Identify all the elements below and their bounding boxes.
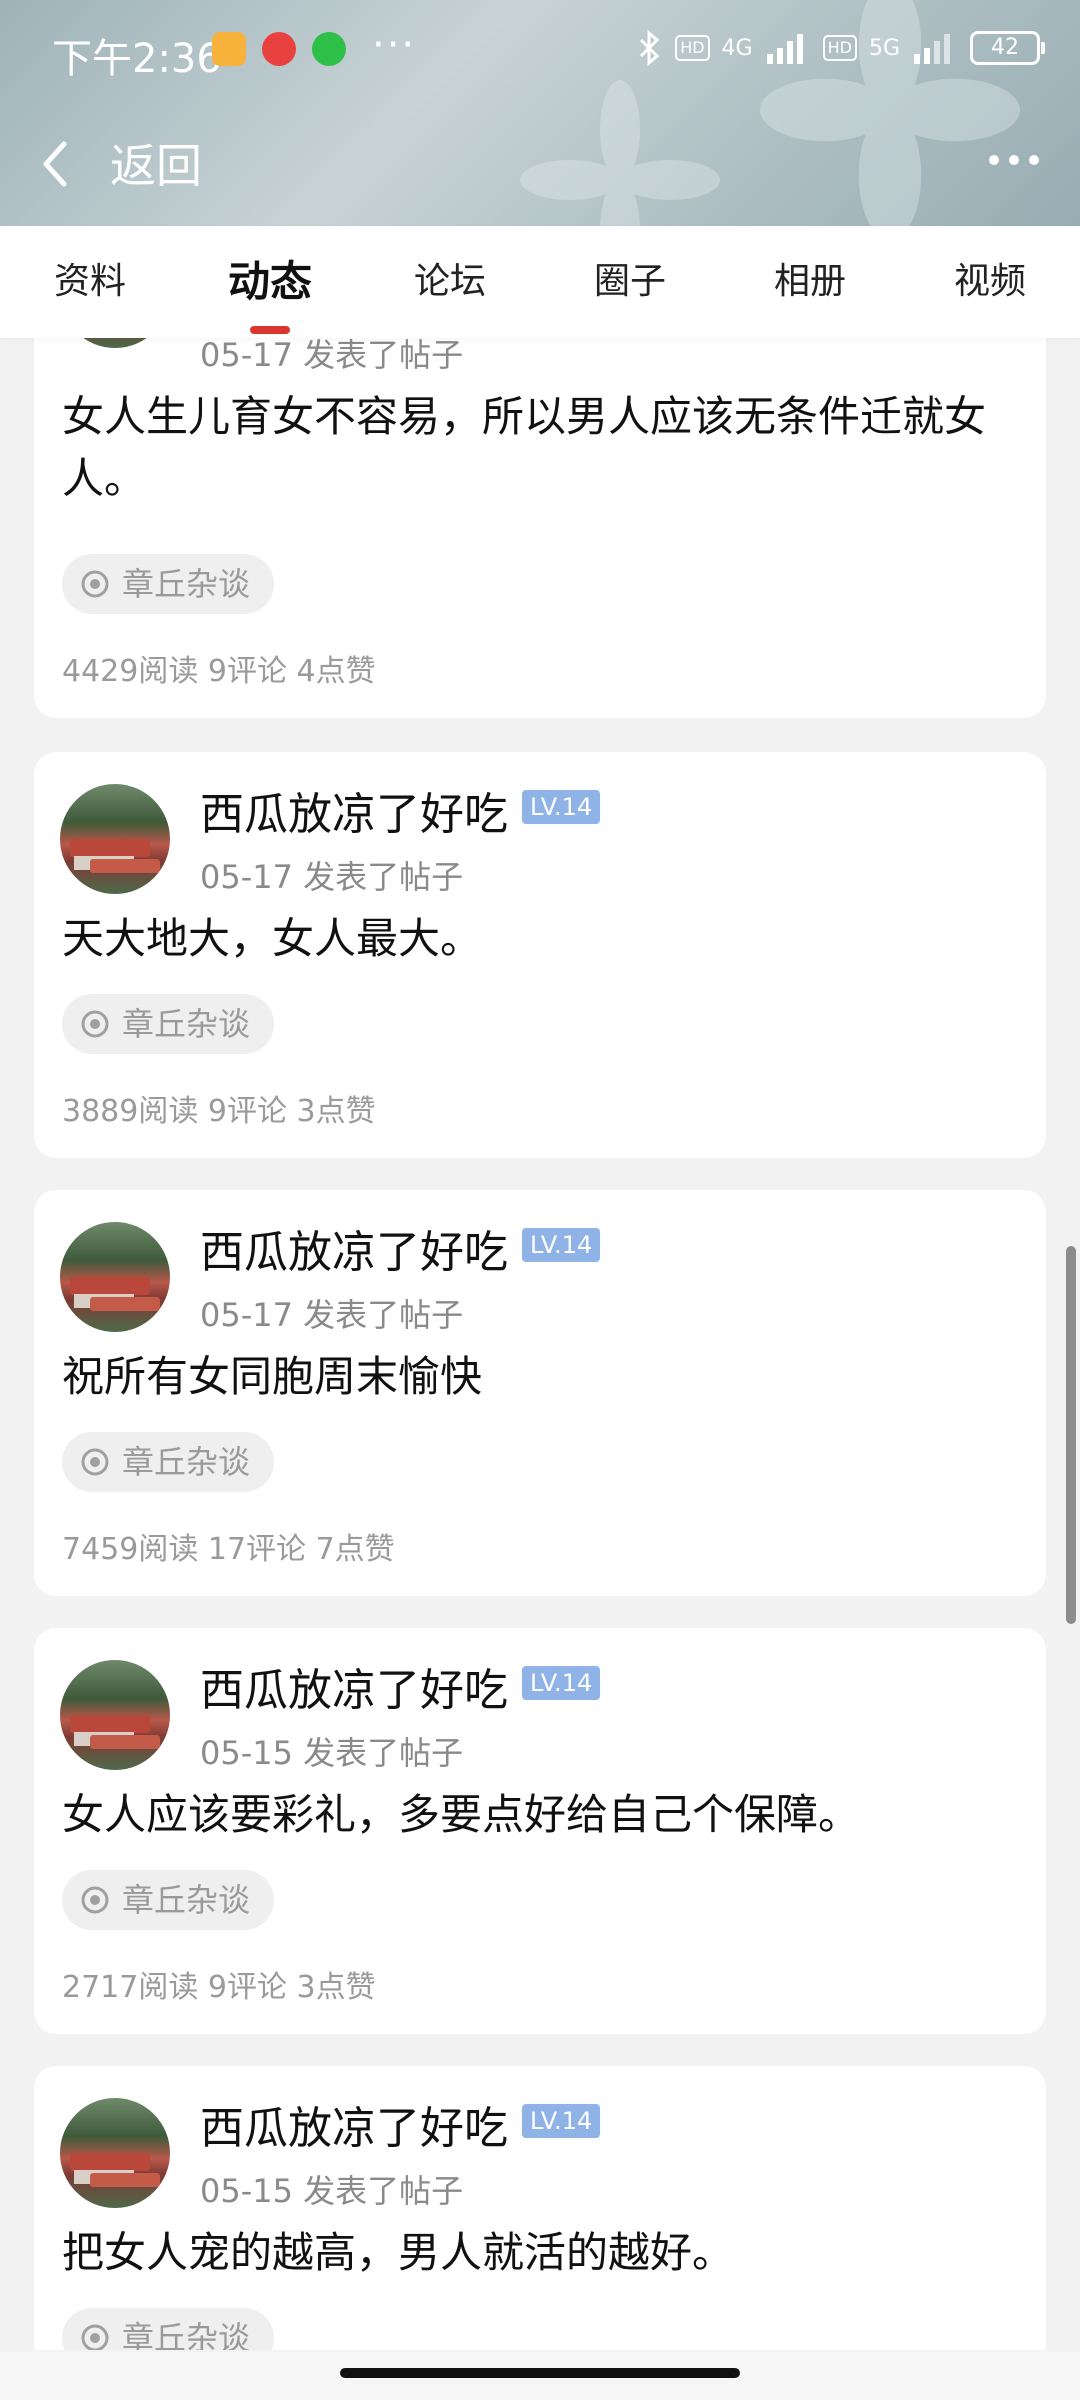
avatar[interactable] [60, 1222, 170, 1332]
post-stats: 2717阅读 9评论 3点赞 [62, 1970, 376, 2005]
post-content[interactable]: 祝所有女同胞周末愉快 [62, 1346, 1022, 1408]
topic-tag[interactable]: 章丘杂谈 [62, 554, 275, 614]
post-card[interactable]: 西瓜放凉了好吃 LV.14 05-15 发表了帖子 把女人宠的越高，男人就活的越… [34, 2066, 1046, 2350]
post-meta: 05-15 发表了帖子 [200, 2172, 464, 2210]
post-meta: 05-17 发表了帖子 [200, 338, 464, 374]
post-meta: 05-17 发表了帖子 [200, 1296, 464, 1334]
top-nav: 返回 [0, 116, 1080, 206]
tab-label: 论坛 [413, 261, 486, 302]
post-card[interactable]: 05-17 发表了帖子 女人生儿育女不容易，所以男人应该无条件迁就女人。 章丘杂… [34, 338, 1046, 718]
post-card[interactable]: 西瓜放凉了好吃 LV.14 05-15 发表了帖子 女人应该要彩礼，多要点好给自… [34, 1628, 1046, 2034]
active-tab-indicator [250, 326, 290, 334]
username[interactable]: 西瓜放凉了好吃 [200, 1654, 508, 1718]
avatar[interactable] [60, 1660, 170, 1770]
post-content[interactable]: 天大地大，女人最大。 [62, 908, 1022, 970]
circle-target-icon [81, 1448, 109, 1476]
circle-target-icon [81, 2324, 109, 2350]
tab-profile[interactable]: 资料 [0, 226, 180, 338]
tab-label: 视频 [953, 261, 1026, 302]
tab-label: 资料 [53, 261, 126, 302]
back-button[interactable]: 返回 [110, 130, 202, 196]
more-notifications-icon: ··· [372, 22, 417, 68]
status-bar: 下午2:36 ··· HD 4G HD 5G 42 [0, 0, 1080, 100]
post-card[interactable]: 西瓜放凉了好吃 LV.14 05-17 发表了帖子 祝所有女同胞周末愉快 章丘杂… [34, 1190, 1046, 1596]
post-stats: 7459阅读 17评论 7点赞 [62, 1532, 395, 1567]
home-indicator[interactable] [340, 2368, 740, 2378]
signal-icon [914, 34, 950, 64]
topic-tag-label: 章丘杂谈 [122, 565, 251, 603]
topic-tag[interactable]: 章丘杂谈 [62, 1870, 275, 1930]
circle-target-icon [81, 1010, 109, 1038]
status-time: 下午2:36 [52, 36, 222, 82]
post-content[interactable]: 女人生儿育女不容易，所以男人应该无条件迁就女人。 [62, 386, 1022, 510]
tab-circles[interactable]: 圈子 [540, 226, 720, 338]
topic-tag-label: 章丘杂谈 [122, 2319, 251, 2350]
topic-tag-label: 章丘杂谈 [122, 1005, 251, 1043]
topic-tag[interactable]: 章丘杂谈 [62, 994, 275, 1054]
bluetooth-icon [640, 30, 660, 66]
scrollbar[interactable] [1066, 1246, 1076, 1624]
avatar[interactable] [60, 2098, 170, 2208]
circle-target-icon [81, 1886, 109, 1914]
status-indicators: HD 4G HD 5G 42 [637, 30, 1045, 66]
topic-tag[interactable]: 章丘杂谈 [62, 2308, 275, 2350]
hd-badge: HD [675, 35, 710, 61]
topic-tag[interactable]: 章丘杂谈 [62, 1432, 275, 1492]
post-meta: 05-17 发表了帖子 [200, 858, 464, 896]
tab-album[interactable]: 相册 [720, 226, 900, 338]
topic-tag-label: 章丘杂谈 [122, 1881, 251, 1919]
circle-target-icon [81, 570, 109, 598]
network-label: 5G [868, 35, 900, 61]
network-label: 4G [721, 35, 753, 61]
tab-label: 圈子 [593, 261, 666, 302]
back-arrow-icon[interactable] [36, 136, 76, 192]
hd-badge: HD [822, 35, 857, 61]
tab-forum[interactable]: 论坛 [360, 226, 540, 338]
post-stats: 4429阅读 9评论 4点赞 [62, 654, 376, 689]
post-meta: 05-15 发表了帖子 [200, 1734, 464, 1772]
notification-icon [212, 32, 246, 66]
avatar[interactable] [60, 338, 170, 348]
username[interactable]: 西瓜放凉了好吃 [200, 1216, 508, 1280]
level-badge: LV.14 [522, 1666, 601, 1700]
more-options-icon[interactable] [988, 154, 1040, 166]
tab-label: 相册 [773, 261, 846, 302]
username[interactable]: 西瓜放凉了好吃 [200, 2092, 508, 2156]
wechat-icon [312, 32, 346, 66]
post-stats: 3889阅读 9评论 3点赞 [62, 1094, 376, 1129]
level-badge: LV.14 [522, 790, 601, 824]
post-content[interactable]: 把女人宠的越高，男人就活的越好。 [62, 2222, 1022, 2284]
level-badge: LV.14 [522, 1228, 601, 1262]
tab-activity[interactable]: 动态 [180, 226, 360, 338]
post-card[interactable]: 西瓜放凉了好吃 LV.14 05-17 发表了帖子 天大地大，女人最大。 章丘杂… [34, 752, 1046, 1158]
tab-label: 动态 [227, 257, 312, 306]
level-badge: LV.14 [522, 2104, 601, 2138]
topic-tag-label: 章丘杂谈 [122, 1443, 251, 1481]
signal-icon [766, 34, 803, 64]
profile-tabs: 资料 动态 论坛 圈子 相册 视频 [0, 226, 1080, 338]
avatar[interactable] [60, 784, 170, 894]
activity-feed: 05-17 发表了帖子 女人生儿育女不容易，所以男人应该无条件迁就女人。 章丘杂… [0, 338, 1080, 2350]
header: 下午2:36 ··· HD 4G HD 5G 42 返回 [0, 0, 1080, 226]
shopping-app-icon [262, 32, 296, 66]
username[interactable]: 西瓜放凉了好吃 [200, 778, 508, 842]
tab-video[interactable]: 视频 [900, 226, 1080, 338]
post-content[interactable]: 女人应该要彩礼，多要点好给自己个保障。 [62, 1784, 1022, 1846]
battery-indicator: 42 [970, 31, 1045, 65]
